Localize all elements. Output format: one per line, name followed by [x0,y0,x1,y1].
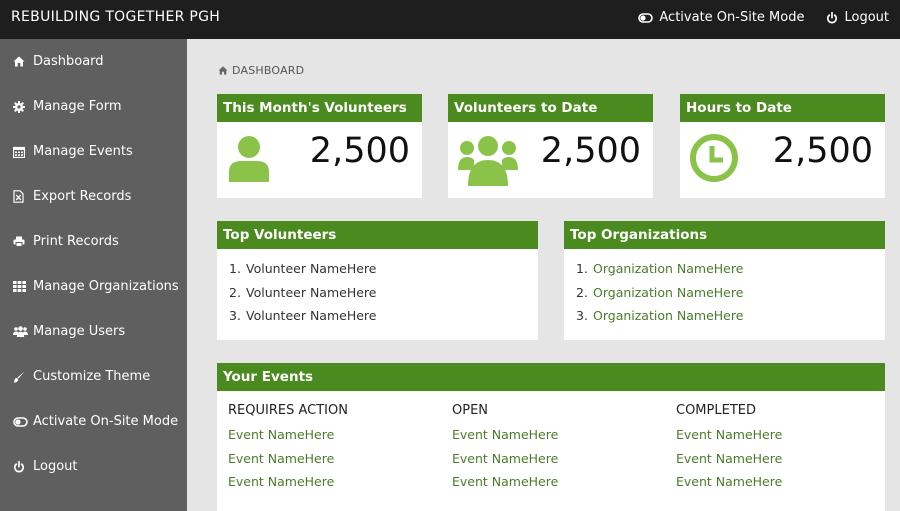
brush-icon [13,371,29,383]
events-column-heading: REQUIRES ACTION [228,403,348,418]
logout-button[interactable]: Logout [826,10,889,25]
export-file-icon [13,190,29,203]
grid-icon [13,281,29,292]
sidebar-item-manage-users[interactable]: Manage Users [0,309,187,354]
toggle-icon [638,12,654,23]
events-column-heading: OPEN [452,403,489,418]
sidebar-item-label: Manage Events [33,144,133,159]
stat-card-hours-to-date: Hours to Date 2,500 [680,94,885,198]
panel-title: Your Events [217,363,885,391]
power-icon [826,11,838,24]
sidebar-item-dashboard[interactable]: Dashboard [0,39,187,84]
list-item: 2. Volunteer NameHere [229,284,377,300]
activate-onsite-label: Activate On-Site Mode [659,10,805,25]
top-actions: Activate On-Site Mode Logout [638,10,889,25]
home-icon [218,66,228,75]
sidebar-item-label: Print Records [33,234,119,249]
panel-title: Top Organizations [564,221,885,249]
events-column-heading: COMPLETED [676,403,756,418]
user-icon [227,134,271,186]
breadcrumb: DASHBOARD [218,64,304,77]
stat-card-title: Hours to Date [680,94,885,122]
sidebar-item-label: Export Records [33,189,132,204]
brand-title: REBUILDING TOGETHER PGH [11,9,221,25]
event-link[interactable]: Event NameHere [676,474,782,498]
clock-icon [690,134,738,186]
your-events-panel: Your Events REQUIRES ACTION Event NameHe… [217,363,885,511]
sidebar-item-label: Logout [33,459,78,474]
sidebar-item-label: Manage Form [33,99,122,114]
printer-icon [13,236,29,247]
event-link[interactable]: Event NameHere [452,474,558,498]
sidebar-item-label: Customize Theme [33,369,151,384]
sidebar-item-label: Dashboard [33,54,104,69]
logout-label: Logout [844,10,889,25]
stat-card-title: Volunteers to Date [448,94,653,122]
list-item: 3. Organization NameHere [576,308,743,332]
sidebar-item-label: Manage Organizations [33,279,179,294]
stat-card-volunteers-to-date: Volunteers to Date 2,500 [448,94,653,198]
stat-value: 2,500 [309,131,410,171]
breadcrumb-label[interactable]: DASHBOARD [232,64,304,77]
top-volunteers-panel: Top Volunteers 1. Volunteer NameHere 2. Vo… [217,221,538,340]
event-link[interactable]: Event NameHere [452,451,558,475]
event-link[interactable]: Event NameHere [228,474,348,498]
events-column-open: OPEN Event NameHere Event NameHere Event… [452,403,558,498]
volunteer-list: 1. Volunteer NameHere 2. Volunteer NameHer… [229,261,376,332]
sidebar-item-manage-organizations[interactable]: Manage Organizations [0,264,187,309]
organization-link[interactable]: Organization NameHere [593,285,743,309]
power-icon [13,460,29,473]
organization-list: 1. Organization NameHere 2. Organization N… [576,261,743,332]
stat-card-month-volunteers: This Month's Volunteers 2,500 [217,94,422,198]
calendar-icon [13,146,29,158]
event-link[interactable]: Event NameHere [676,427,782,451]
list-item: 1. Volunteer NameHere [229,261,377,276]
stat-value: 2,500 [772,131,873,171]
organization-link[interactable]: Organization NameHere [593,261,743,285]
event-link[interactable]: Event NameHere [676,451,782,475]
top-bar: REBUILDING TOGETHER PGH Activate On-Site… [0,0,900,39]
event-link[interactable]: Event NameHere [452,427,558,451]
sidebar-item-label: Manage Users [33,324,126,339]
list-item: 2. Organization NameHere [576,285,743,309]
users-icon [13,326,29,337]
sidebar-item-print-records[interactable]: Print Records [0,219,187,264]
stat-value: 2,500 [540,131,641,171]
sidebar-item-customize-theme[interactable]: Customize Theme [0,354,187,399]
events-column-requires-action: REQUIRES ACTION Event NameHere Event Nam… [228,403,348,498]
sidebar: Dashboard Manage Form Manage Events Expo… [0,39,187,511]
sidebar-item-activate-onsite[interactable]: Activate On-Site Mode [0,399,187,444]
sidebar-item-label: Activate On-Site Mode [33,414,179,429]
sidebar-item-manage-form[interactable]: Manage Form [0,84,187,129]
toggle-icon [13,416,29,427]
top-organizations-panel: Top Organizations 1. Organization NameHer… [564,221,885,340]
event-link[interactable]: Event NameHere [228,427,348,451]
sidebar-item-export-records[interactable]: Export Records [0,174,187,219]
list-item: 3. Volunteer NameHere [229,308,377,323]
sidebar-item-logout[interactable]: Logout [0,444,187,489]
list-item: 1. Organization NameHere [576,261,743,285]
stat-card-title: This Month's Volunteers [217,94,422,122]
sidebar-item-manage-events[interactable]: Manage Events [0,129,187,174]
event-link[interactable]: Event NameHere [228,451,348,475]
activate-onsite-button[interactable]: Activate On-Site Mode [638,10,804,25]
gear-icon [13,100,29,113]
panel-title: Top Volunteers [217,221,538,249]
events-column-completed: COMPLETED Event NameHere Event NameHere … [676,403,782,498]
home-icon [13,56,29,67]
organization-link[interactable]: Organization NameHere [593,308,743,332]
group-icon [458,134,518,190]
